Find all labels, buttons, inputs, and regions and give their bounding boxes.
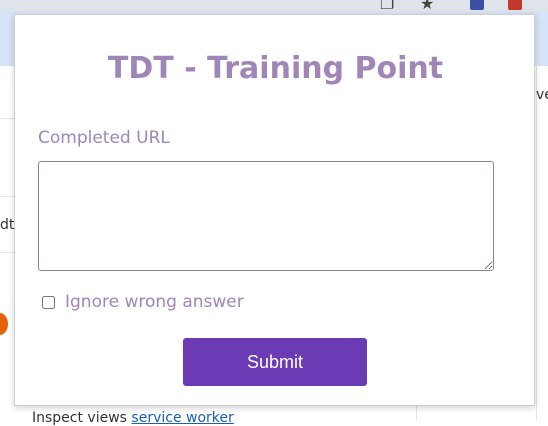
tdt-extension-icon[interactable] bbox=[508, 0, 522, 10]
ignore-wrong-answer-label[interactable]: Ignore wrong answer bbox=[65, 292, 244, 312]
ignore-wrong-answer-row: Ignore wrong answer bbox=[42, 292, 244, 312]
share-icon[interactable]: ❐ bbox=[380, 0, 394, 12]
extension-popup: TDT - Training Point Completed URL Ignor… bbox=[14, 14, 535, 406]
divider bbox=[536, 66, 537, 420]
completed-url-label: Completed URL bbox=[38, 128, 170, 148]
divider bbox=[0, 196, 15, 197]
inspect-views-label: Inspect views bbox=[32, 410, 127, 426]
page-background bbox=[0, 66, 15, 420]
completed-url-field[interactable] bbox=[38, 161, 494, 271]
ignore-wrong-answer-checkbox[interactable] bbox=[42, 295, 55, 309]
divider bbox=[416, 406, 417, 420]
divider bbox=[0, 252, 15, 253]
background-text: ve bbox=[536, 87, 548, 103]
service-worker-link[interactable]: service worker bbox=[131, 410, 233, 426]
extension-icon[interactable] bbox=[470, 0, 484, 10]
submit-button[interactable]: Submit bbox=[183, 338, 367, 386]
bookmark-star-icon[interactable]: ★ bbox=[420, 0, 434, 12]
divider bbox=[0, 118, 15, 119]
inspect-views-line: Inspect views service worker bbox=[32, 410, 234, 426]
page-title: TDT - Training Point bbox=[107, 51, 444, 86]
